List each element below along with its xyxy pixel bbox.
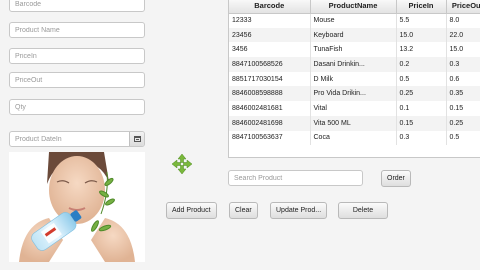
update-product-button[interactable]: Update Prod... — [270, 202, 328, 219]
cell-product-name: Mouse — [310, 13, 397, 28]
cell-product-name: Dasani Drinkin... — [310, 57, 397, 72]
cell-price-in: 0.3 — [396, 130, 447, 146]
table-row[interactable]: 3456 TunaFish 13.2 15.0 — [229, 42, 480, 58]
cell-price-out: 0.6 — [446, 71, 480, 87]
column-header-price-in[interactable]: PriceIn — [396, 0, 447, 14]
date-in-field[interactable] — [9, 131, 145, 147]
delete-button[interactable]: Delete — [338, 202, 388, 219]
products-table[interactable]: Barcode ProductName PriceIn PriceOut 123… — [228, 0, 480, 158]
cell-barcode: 8846008598888 — [229, 86, 311, 102]
table-row[interactable]: 8851717030154 D Milk 0.5 0.6 — [229, 71, 480, 87]
order-button[interactable]: Order — [381, 170, 411, 187]
cell-price-in: 0.1 — [396, 101, 447, 116]
column-header-barcode[interactable]: Barcode — [229, 0, 311, 14]
cell-barcode: 12333 — [229, 13, 311, 28]
cell-price-out: 0.5 — [446, 130, 480, 146]
move-arrows-icon[interactable] — [172, 154, 192, 174]
cell-price-out: 8.0 — [446, 13, 480, 28]
cell-barcode: 8846002481698 — [229, 115, 311, 131]
cell-price-out: 0.35 — [446, 86, 480, 102]
table-row[interactable]: 23456 Keyboard 15.0 22.0 — [229, 27, 480, 43]
cell-product-name: TunaFish — [310, 42, 397, 58]
cell-price-in: 0.5 — [396, 71, 447, 87]
calendar-icon — [133, 136, 141, 142]
cell-price-in: 0.25 — [396, 86, 447, 102]
cell-product-name: Vita 500 ML — [310, 115, 397, 131]
clear-button[interactable]: Clear — [229, 202, 258, 219]
calendar-button[interactable] — [129, 132, 144, 146]
column-header-price-out[interactable]: PriceOut — [446, 0, 480, 14]
price-out-field[interactable] — [9, 72, 145, 88]
cell-barcode: 23456 — [229, 27, 311, 43]
qty-field[interactable] — [9, 99, 145, 115]
cell-price-out: 0.3 — [446, 57, 480, 72]
cell-product-name: Pro Vida Drikin... — [310, 86, 397, 102]
cell-price-out: 0.15 — [446, 101, 480, 116]
table-row[interactable]: 8846002481698 Vita 500 ML 0.15 0.25 — [229, 115, 480, 131]
table-row[interactable]: 8847100563637 Coca 0.3 0.5 — [229, 130, 480, 146]
cell-barcode: 8847100568526 — [229, 57, 311, 72]
product-name-field[interactable] — [9, 22, 145, 38]
table-row[interactable]: 8846008598888 Pro Vida Drikin... 0.25 0.… — [229, 86, 480, 102]
table-row[interactable]: 12333 Mouse 5.5 8.0 — [229, 13, 480, 28]
product-photo — [9, 152, 145, 262]
cell-price-in: 0.15 — [396, 115, 447, 131]
cell-price-out: 22.0 — [446, 27, 480, 43]
barcode-field[interactable] — [9, 0, 145, 12]
cell-price-in: 5.5 — [396, 13, 447, 28]
date-picker[interactable] — [9, 131, 145, 147]
table-row[interactable]: 8846002481681 Vital 0.1 0.15 — [229, 101, 480, 116]
cell-barcode: 8847100563637 — [229, 130, 311, 146]
cell-price-out: 0.25 — [446, 115, 480, 131]
cell-product-name: Vital — [310, 101, 397, 116]
product-image — [9, 152, 145, 262]
cell-price-out: 15.0 — [446, 42, 480, 58]
cell-barcode: 8851717030154 — [229, 71, 311, 87]
search-product-input[interactable] — [228, 170, 363, 186]
table-header-row: Barcode ProductName PriceIn PriceOut — [229, 0, 480, 14]
cell-product-name: Coca — [310, 130, 397, 146]
cell-price-in: 15.0 — [396, 27, 447, 43]
column-header-product-name[interactable]: ProductName — [310, 0, 397, 14]
table-row[interactable]: 8847100568526 Dasani Drinkin... 0.2 0.3 — [229, 57, 480, 72]
cell-barcode: 3456 — [229, 42, 311, 58]
add-product-button[interactable]: Add Product — [166, 202, 217, 219]
cell-product-name: D Milk — [310, 71, 397, 87]
price-in-field[interactable] — [9, 48, 145, 64]
cell-barcode: 8846002481681 — [229, 101, 311, 116]
cell-product-name: Keyboard — [310, 27, 397, 43]
cell-price-in: 0.2 — [396, 57, 447, 72]
cell-price-in: 13.2 — [396, 42, 447, 58]
